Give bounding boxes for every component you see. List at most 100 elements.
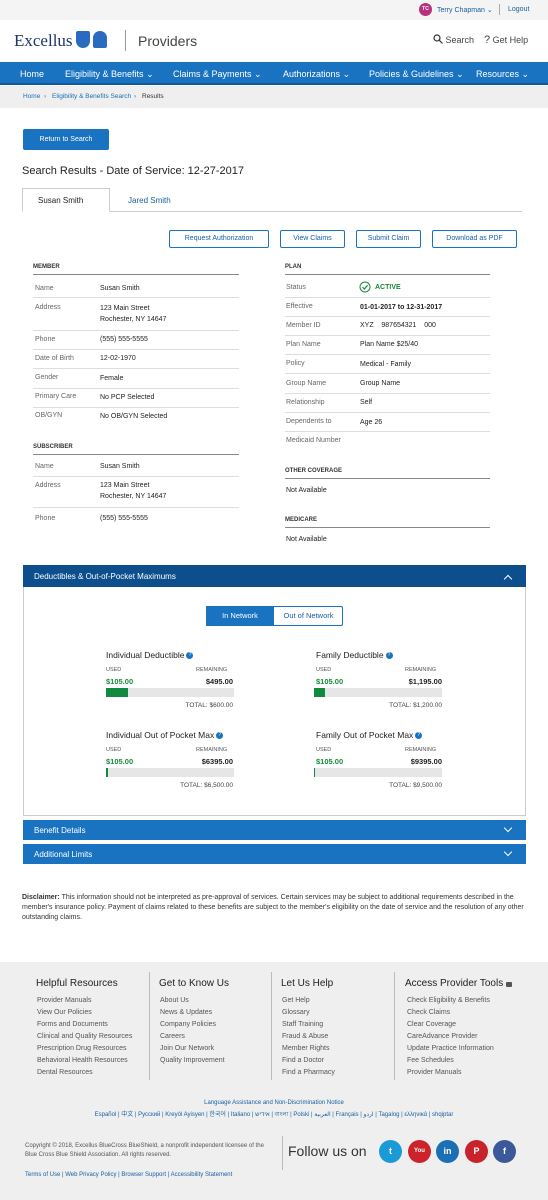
footer-link[interactable]: Find a Pharmacy	[282, 1067, 335, 1079]
footer-link[interactable]: Careers	[160, 1031, 225, 1043]
field-label: Address	[35, 482, 61, 489]
field-label: Effective	[286, 303, 313, 310]
divider	[125, 30, 126, 51]
submit-claim-button[interactable]: Submit Claim	[356, 230, 421, 248]
remaining-label: REMAINING	[405, 747, 437, 753]
footer-link[interactable]: News & Updates	[160, 1007, 225, 1019]
remaining-label: REMAINING	[196, 667, 228, 673]
card-title: Individual Out of Pocket Max?	[106, 730, 224, 740]
footer-link[interactable]: Check Claims	[407, 1007, 494, 1019]
search-button[interactable]: Search	[433, 34, 474, 45]
pinterest-icon[interactable]: P	[465, 1140, 488, 1163]
divider	[33, 388, 239, 389]
facebook-icon[interactable]: f	[493, 1140, 516, 1163]
card-title-text: Family Deductible	[316, 650, 384, 660]
footer-link[interactable]: Forms and Documents	[37, 1019, 132, 1031]
download-pdf-button[interactable]: Download as PDF	[432, 230, 517, 248]
plan-member-id: XYZ 987654321 000	[360, 322, 436, 329]
footer-link[interactable]: Update Practice Information	[407, 1043, 494, 1055]
search-label: Search	[445, 35, 475, 45]
footer-link[interactable]: Prescription Drug Resources	[37, 1043, 132, 1055]
nav-policies[interactable]: Policies & Guidelines ⌄	[369, 69, 464, 80]
footer-link[interactable]: Quality Improvement	[160, 1055, 225, 1067]
footer-heading: Get to Know Us	[159, 978, 230, 989]
view-claims-button[interactable]: View Claims	[280, 230, 345, 248]
divider	[33, 507, 239, 508]
info-icon[interactable]: ?	[186, 652, 194, 660]
footer-link[interactable]: Join Our Network	[160, 1043, 225, 1055]
field-label: Gender	[35, 374, 59, 381]
divider	[285, 354, 490, 355]
member-phone: (555) 555-5555	[100, 336, 148, 343]
divider	[33, 368, 239, 369]
request-authorization-button[interactable]: Request Authorization	[169, 230, 269, 248]
footer-link[interactable]: Find a Doctor	[282, 1055, 335, 1067]
nav-home[interactable]: Home	[20, 69, 44, 79]
footer-link[interactable]: Glossary	[282, 1007, 335, 1019]
footer-link[interactable]: Clinical and Quality Resources	[37, 1031, 132, 1043]
field-label: Address	[35, 304, 61, 311]
disclaimer-label: Disclaimer:	[22, 894, 60, 901]
brand-logo[interactable]: Excellus	[14, 31, 73, 51]
youtube-icon[interactable]: You	[408, 1140, 431, 1163]
return-to-search-button[interactable]: Return to Search	[23, 129, 109, 150]
avatar[interactable]: TC	[419, 3, 432, 16]
footer-link[interactable]: Staff Training	[282, 1019, 335, 1031]
footer-link[interactable]: Fee Schedules	[407, 1055, 494, 1067]
footer-link[interactable]: Get Help	[282, 995, 335, 1007]
footer-link[interactable]: Provider Manuals	[407, 1067, 494, 1079]
legal-links[interactable]: Terms of Use | Web Privacy Policy | Brow…	[25, 1172, 232, 1178]
additional-limits-header[interactable]	[23, 844, 526, 864]
footer-link[interactable]: Behavioral Health Resources	[37, 1055, 132, 1067]
nav-resources[interactable]: Resources ⌄	[476, 69, 529, 80]
get-help-button[interactable]: ? Get Help	[484, 34, 528, 46]
remaining-label: REMAINING	[196, 747, 228, 753]
footer-link[interactable]: Clear Coverage	[407, 1019, 494, 1031]
language-list[interactable]: Español | 中文 | Русский | Kreyòl Ayisyen …	[0, 1109, 548, 1120]
total-value: TOTAL: $9,500.00	[389, 782, 442, 789]
deductibles-title: Deductibles & Out-of-Pocket Maximums	[34, 572, 176, 581]
footer-link[interactable]: Dental Resources	[37, 1067, 132, 1079]
subscriber-address-line1: 123 Main Street	[100, 482, 150, 489]
out-of-network-toggle[interactable]: Out of Network	[274, 606, 343, 626]
nav-label: Eligibility & Benefits	[65, 69, 144, 79]
footer-link[interactable]: View Our Policies	[37, 1007, 132, 1019]
footer-link[interactable]: Provider Manuals	[37, 995, 132, 1007]
breadcrumb-eligibility[interactable]: Eligibility & Benefits Search	[52, 93, 131, 100]
footer-link[interactable]: Company Policies	[160, 1019, 225, 1031]
tab-jared-smith[interactable]: Jared Smith	[128, 196, 171, 205]
divider	[33, 407, 239, 408]
disclaimer-text: This information should not be interpret…	[22, 894, 524, 921]
twitter-icon[interactable]: t	[379, 1140, 402, 1163]
user-menu[interactable]: Terry Chapman ⌄	[437, 6, 493, 14]
nav-authorizations[interactable]: Authorizations ⌄	[283, 69, 350, 80]
footer-link[interactable]: Check Eligibility & Benefits	[407, 995, 494, 1007]
info-icon[interactable]: ?	[385, 652, 393, 660]
logout-link[interactable]: Logout	[508, 6, 529, 13]
footer-column: Check Eligibility & Benefits Check Claim…	[407, 995, 494, 1079]
progress-fill	[106, 768, 109, 777]
footer-link[interactable]: Fraud & Abuse	[282, 1031, 335, 1043]
footer-link[interactable]: About Us	[160, 995, 225, 1007]
language-assistance-link[interactable]: Language Assistance and Non-Discriminati…	[0, 1100, 548, 1106]
member-heading: MEMBER	[33, 264, 60, 270]
divider	[285, 393, 490, 394]
nav-eligibility[interactable]: Eligibility & Benefits ⌄	[65, 69, 154, 80]
linkedin-icon[interactable]: in	[436, 1140, 459, 1163]
breadcrumb-home[interactable]: Home	[23, 93, 40, 100]
divider	[33, 476, 239, 477]
info-icon[interactable]: ?	[415, 732, 423, 740]
benefit-details-title: Benefit Details	[34, 826, 86, 835]
plan-heading: PLAN	[285, 264, 302, 270]
in-network-toggle[interactable]: In Network	[206, 606, 274, 626]
field-label: Medicaid Number	[286, 437, 341, 444]
footer-link[interactable]: CareAdvance Provider	[407, 1031, 494, 1043]
page-title: Search Results - Date of Service: 12-27-…	[22, 165, 244, 177]
divider	[285, 316, 490, 317]
benefit-details-header[interactable]	[23, 820, 526, 840]
field-label: Policy	[286, 360, 305, 367]
info-icon[interactable]: ?	[216, 732, 224, 740]
footer-link[interactable]: Member Rights	[282, 1043, 335, 1055]
nav-claims[interactable]: Claims & Payments ⌄	[173, 69, 262, 80]
other-coverage-heading: OTHER COVERAGE	[285, 468, 343, 474]
